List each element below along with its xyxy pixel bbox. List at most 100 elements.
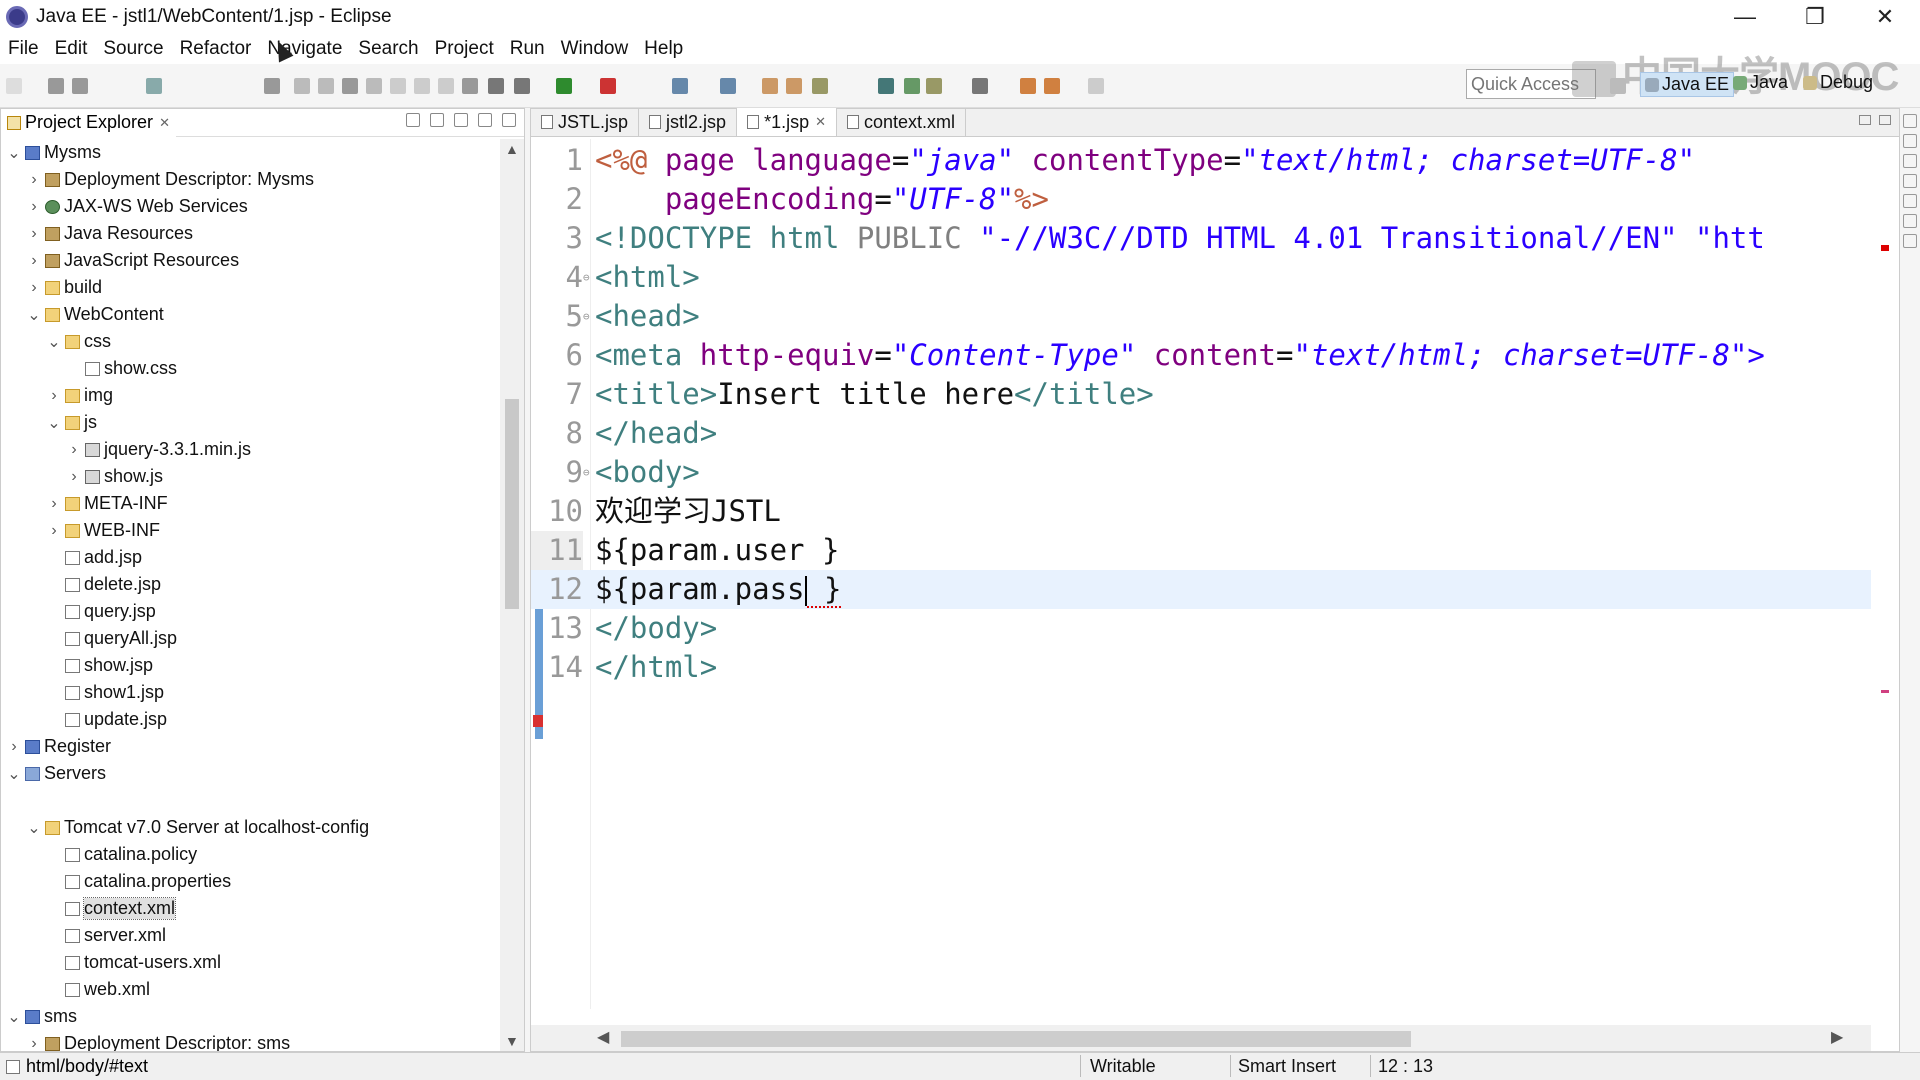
code-line[interactable]: 14 </html> (531, 648, 1871, 687)
tree-item[interactable] (1, 787, 501, 814)
menu-help[interactable]: Help (644, 38, 683, 60)
menu-search[interactable]: Search (358, 38, 418, 60)
run-icon[interactable] (556, 78, 572, 94)
fold-toggle-icon[interactable]: ⊖ (583, 258, 590, 297)
collapse-arrow-icon[interactable]: › (27, 252, 41, 270)
collapse-arrow-icon[interactable]: › (47, 522, 61, 540)
status-insert-mode[interactable]: Smart Insert (1238, 1056, 1336, 1077)
new-server-icon[interactable] (672, 78, 688, 94)
tree-item[interactable]: › JAX-WS Web Services (1, 193, 501, 220)
coverage-icon[interactable] (600, 78, 616, 94)
open-type-icon[interactable] (762, 78, 778, 94)
collapse-arrow-icon[interactable]: › (27, 225, 41, 243)
restore-icon[interactable] (1903, 114, 1917, 128)
code-line[interactable]: 5 ⊖ <head> (531, 297, 1871, 336)
tree-item[interactable]: › WEB-INF (1, 517, 501, 544)
properties-icon[interactable] (1903, 194, 1917, 208)
next-annotation-icon[interactable] (972, 78, 988, 94)
collapse-arrow-icon[interactable]: › (27, 171, 41, 189)
tree-item[interactable]: show.css (1, 355, 501, 382)
close-icon[interactable]: ✕ (815, 114, 826, 130)
code-line[interactable]: 13 </body> (531, 609, 1871, 648)
tab-project-explorer[interactable]: Project Explorer ✕ (1, 108, 176, 137)
collapse-arrow-icon[interactable]: › (47, 387, 61, 405)
tree-item[interactable]: ⌄ sms (1, 1003, 501, 1030)
tree-item[interactable]: ⌄ Tomcat v7.0 Server at localhost-config (1, 814, 501, 841)
tree-item[interactable]: › Register (1, 733, 501, 760)
tree-item[interactable]: › Java Resources (1, 220, 501, 247)
perspective-java[interactable]: Java (1733, 72, 1788, 93)
tree-item[interactable]: › Deployment Descriptor: Mysms (1, 166, 501, 193)
server-icon[interactable] (514, 78, 530, 94)
code-line[interactable]: 8 </head> (531, 414, 1871, 453)
close-button[interactable]: ✕ (1850, 0, 1920, 34)
pointer-icon[interactable] (264, 78, 280, 94)
collapse-arrow-icon[interactable]: › (67, 441, 81, 459)
tree-item[interactable]: › img (1, 382, 501, 409)
expand-arrow-icon[interactable]: ⌄ (47, 332, 61, 352)
tree-item[interactable]: › show.js (1, 463, 501, 490)
menu-edit[interactable]: Edit (55, 38, 88, 60)
tree-item[interactable]: show1.jsp (1, 679, 501, 706)
perspective-debug[interactable]: Debug (1803, 72, 1873, 93)
perspective-java-ee[interactable]: Java EE (1640, 72, 1735, 97)
minimize-editor-icon[interactable] (1859, 115, 1871, 125)
step-over-icon[interactable] (414, 78, 430, 94)
debug-icon[interactable] (488, 78, 504, 94)
terminal-icon[interactable] (146, 78, 162, 94)
fold-toggle-icon[interactable]: ⊖ (583, 453, 590, 492)
tab-jstl2jsp[interactable]: jstl2.jsp (639, 108, 738, 136)
tree-item[interactable]: context.xml (1, 895, 501, 922)
tree-item[interactable]: tomcat-users.xml (1, 949, 501, 976)
save-all-icon[interactable] (72, 78, 88, 94)
code-editor[interactable]: 1 <%@ page language="java" contentType="t… (531, 139, 1871, 1009)
warning-overview-marker[interactable] (1881, 690, 1889, 693)
external-tools-icon[interactable] (904, 78, 920, 94)
new-web-icon[interactable] (720, 78, 736, 94)
skip-breakpoints-icon[interactable] (462, 78, 478, 94)
code-line[interactable]: 2 pageEncoding="UTF-8"%> (531, 180, 1871, 219)
maximize-view-icon[interactable] (502, 113, 516, 127)
maximize-button[interactable]: ❐ (1780, 0, 1850, 34)
error-overview-marker[interactable] (1881, 245, 1889, 251)
forward-icon[interactable] (1088, 78, 1104, 94)
expand-arrow-icon[interactable]: ⌄ (47, 413, 61, 433)
menu-file[interactable]: File (8, 38, 39, 60)
web-browser-icon[interactable] (878, 78, 894, 94)
terminate-icon[interactable] (342, 78, 358, 94)
scroll-up-icon[interactable]: ▲ (505, 141, 519, 157)
close-icon[interactable]: ✕ (159, 115, 170, 131)
step-into-icon[interactable] (390, 78, 406, 94)
tree-item[interactable]: web.xml (1, 976, 501, 1003)
tree-item[interactable]: query.jsp (1, 598, 501, 625)
collapse-arrow-icon[interactable]: › (27, 279, 41, 297)
resume-icon[interactable] (294, 78, 310, 94)
tree-item[interactable]: queryAll.jsp (1, 625, 501, 652)
tree-item[interactable]: ⌄ js (1, 409, 501, 436)
menu-window[interactable]: Window (561, 38, 629, 60)
tree-item[interactable]: › Deployment Descriptor: sms (1, 1030, 501, 1051)
explorer-vertical-scrollbar[interactable]: ▲ ▼ (500, 139, 524, 1051)
tree-item[interactable]: ⌄ WebContent (1, 301, 501, 328)
fold-toggle-icon[interactable]: ⊖ (583, 297, 590, 336)
error-marker-icon[interactable] (533, 715, 543, 727)
minimize-view-icon[interactable] (478, 113, 492, 127)
link-with-editor-icon[interactable] (430, 113, 444, 127)
back-nav-icon[interactable] (1044, 78, 1060, 94)
tree-item[interactable]: show.jsp (1, 652, 501, 679)
tree-item[interactable]: catalina.properties (1, 868, 501, 895)
view-menu-icon[interactable] (454, 113, 468, 127)
scroll-left-icon[interactable]: ◀ (597, 1027, 609, 1047)
menu-refactor[interactable]: Refactor (180, 38, 252, 60)
tree-item[interactable]: › build (1, 274, 501, 301)
expand-arrow-icon[interactable]: ⌄ (27, 818, 41, 838)
outline-icon[interactable] (1903, 134, 1917, 148)
maximize-editor-icon[interactable] (1879, 115, 1891, 125)
tree-item[interactable]: › META-INF (1, 490, 501, 517)
editor-horizontal-scrollbar[interactable]: ◀ ▶ (531, 1025, 1871, 1051)
back-icon[interactable] (1020, 78, 1036, 94)
code-line[interactable]: 6 <meta http-equiv="Content-Type" content… (531, 336, 1871, 375)
task-list-icon[interactable] (1903, 154, 1917, 168)
save-icon[interactable] (48, 78, 64, 94)
collapse-arrow-icon[interactable]: › (7, 738, 21, 756)
